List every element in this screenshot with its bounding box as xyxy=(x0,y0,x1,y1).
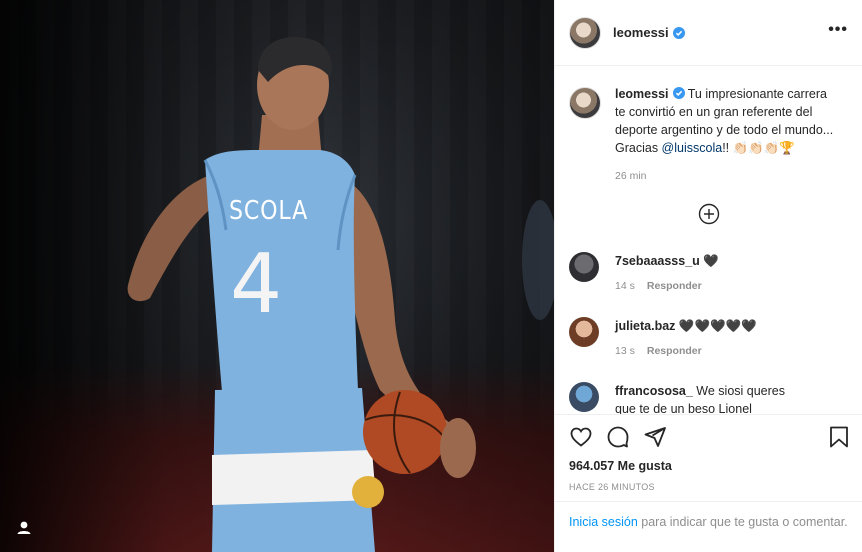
comment-username[interactable]: julieta.baz xyxy=(615,319,675,333)
login-prompt: Inicia sesión para indicar que te gusta … xyxy=(555,501,862,552)
post-photo[interactable]: SCOLA 4 xyxy=(0,0,554,552)
caption-time[interactable]: 26 min xyxy=(615,167,837,185)
verified-badge-icon xyxy=(672,87,685,99)
caption-username[interactable]: leomessi xyxy=(615,87,669,101)
plus-circle-icon[interactable] xyxy=(698,203,720,225)
comment-username[interactable]: 7sebaaasss_u xyxy=(615,254,700,268)
avatar[interactable] xyxy=(569,317,599,347)
post-timestamp[interactable]: HACE 26 MINUTOS xyxy=(569,482,655,492)
user-tag-icon[interactable] xyxy=(14,518,34,538)
avatar[interactable] xyxy=(569,252,599,282)
comment-item: ffrancososa_ We siosi queres que te de u… xyxy=(569,382,805,414)
avatar[interactable] xyxy=(569,382,599,412)
jersey-name: SCOLA xyxy=(229,196,309,226)
comments-area[interactable]: leomessi Tu impresionante carrera te con… xyxy=(555,67,862,414)
comment-icon[interactable] xyxy=(606,425,630,449)
comment-username[interactable]: ffrancososa_ xyxy=(615,384,693,398)
header-username[interactable]: leomessi xyxy=(613,25,669,40)
comment-text: 🖤 xyxy=(703,254,719,268)
post-sidebar: leomessi ••• leomessi Tu impresionante c… xyxy=(554,0,862,552)
comment-item: julieta.baz 🖤🖤🖤🖤🖤 13 s Responder xyxy=(569,317,805,357)
heart-icon[interactable] xyxy=(569,425,593,449)
caption-text-end: !! 👏🏻👏🏻👏🏻🏆 xyxy=(722,141,795,155)
reply-button[interactable]: Responder xyxy=(647,280,702,292)
post-header: leomessi ••• xyxy=(555,0,862,66)
jersey-number: 4 xyxy=(230,237,283,332)
comment-time[interactable]: 14 s xyxy=(615,280,635,292)
post-actions: 964.057 Me gusta HACE 26 MINUTOS Inicia … xyxy=(555,414,862,552)
more-options-button[interactable]: ••• xyxy=(828,22,848,38)
verified-badge-icon xyxy=(672,26,685,39)
bookmark-icon[interactable] xyxy=(827,425,851,449)
post-caption: leomessi Tu impresionante carrera te con… xyxy=(555,67,862,185)
like-count[interactable]: 964.057 Me gusta xyxy=(569,459,672,473)
paper-plane-icon[interactable] xyxy=(643,425,667,449)
reply-button[interactable]: Responder xyxy=(647,345,702,357)
avatar[interactable] xyxy=(569,16,601,49)
caption-avatar[interactable] xyxy=(569,87,601,119)
login-prompt-text: para indicar que te gusta o comentar. xyxy=(637,515,848,529)
comment-time[interactable]: 13 s xyxy=(615,345,635,357)
comment-text: 🖤🖤🖤🖤🖤 xyxy=(678,319,757,333)
comment-item: 7sebaaasss_u 🖤 14 s Responder xyxy=(569,252,805,292)
caption-mention-link[interactable]: @luisscola xyxy=(662,141,723,155)
caption-body: leomessi Tu impresionante carrera te con… xyxy=(615,85,837,185)
login-link[interactable]: Inicia sesión xyxy=(569,515,638,529)
